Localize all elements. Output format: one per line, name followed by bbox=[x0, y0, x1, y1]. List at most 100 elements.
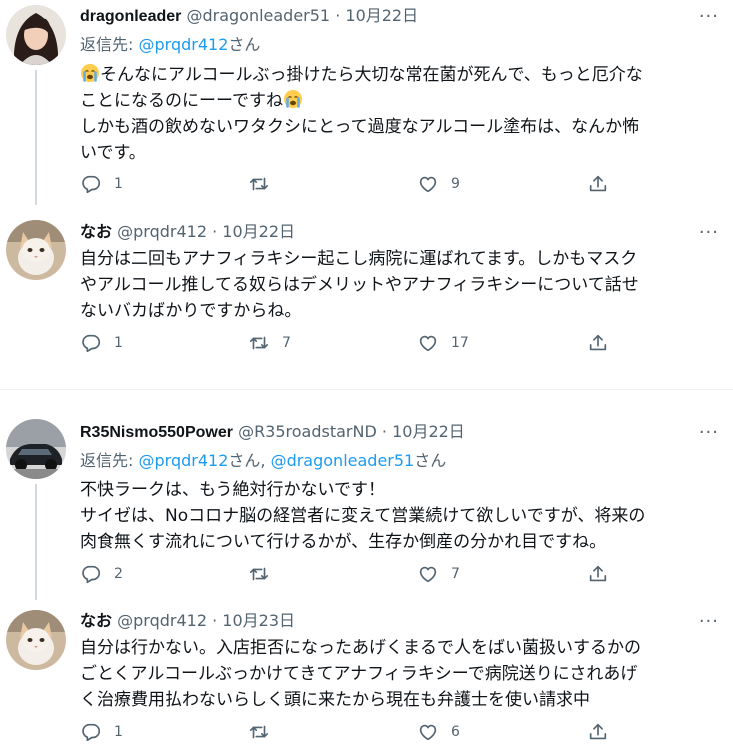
avatar[interactable] bbox=[6, 610, 66, 670]
tweet-4[interactable]: なお @prqdr412 · 10月23日 ··· 自分は行かない。入店拒否にな… bbox=[0, 600, 733, 755]
divider bbox=[0, 389, 733, 390]
share-button[interactable] bbox=[587, 721, 609, 743]
reply-icon bbox=[80, 173, 102, 195]
share-button[interactable] bbox=[587, 173, 609, 195]
action-bar: 1 9 bbox=[80, 173, 640, 197]
reply-mid: さん, bbox=[228, 451, 271, 470]
tweet-header: dragonleader @dragonleader51 · 10月22日 bbox=[80, 5, 418, 28]
tweet-text: 自分は行かない。入店拒否になったあげくまるで人をばい菌扱いするかの ごとくアルコ… bbox=[80, 635, 720, 713]
like-count: 7 bbox=[451, 566, 460, 582]
reply-prefix: 返信先: bbox=[80, 451, 139, 470]
share-icon bbox=[587, 563, 609, 585]
retweet-button[interactable]: 7 bbox=[248, 332, 291, 354]
retweet-icon bbox=[248, 563, 270, 585]
reply-suffix: さん bbox=[414, 451, 447, 470]
separator: · bbox=[335, 6, 341, 25]
text-line: ことになるのにーーですね bbox=[80, 88, 720, 114]
share-icon bbox=[587, 721, 609, 743]
timestamp[interactable]: 10月22日 bbox=[392, 422, 465, 441]
reply-count: 1 bbox=[114, 176, 123, 192]
text-line: く治療費用払わないらしく頭に来たから現在も弁護士を使い請求中 bbox=[80, 690, 590, 710]
tweet-text: そんなにアルコールぶっ掛けたら大切な常在菌が死んで、もっと厄介な ことになるのに… bbox=[80, 62, 720, 166]
crying-face-emoji bbox=[283, 89, 303, 109]
text-line: やアルコール推してる奴らはデメリットやアナフィラキシーについて話せ bbox=[80, 275, 639, 295]
reply-button[interactable]: 1 bbox=[80, 332, 123, 354]
like-button[interactable]: 9 bbox=[417, 173, 460, 195]
reply-context: 返信先: @prqdr412さん, @dragonleader51さん bbox=[80, 450, 446, 472]
retweet-button[interactable] bbox=[248, 173, 282, 195]
text-line: サイゼは、Noコロナ脳の経営者に変えて営業続けて欲しいですが、将来の bbox=[80, 506, 646, 526]
tweet-1[interactable]: dragonleader @dragonleader51 · 10月22日 ··… bbox=[0, 0, 733, 205]
text-line: ないバカばかりですからね。 bbox=[80, 301, 302, 321]
reply-count: 1 bbox=[114, 335, 123, 351]
display-name[interactable]: なお bbox=[80, 613, 112, 630]
tweet-2[interactable]: なお @prqdr412 · 10月22日 ··· 自分は二回もアナフィラキシー… bbox=[0, 205, 733, 390]
retweet-button[interactable] bbox=[248, 563, 282, 585]
separator: · bbox=[381, 422, 387, 441]
tweet-header: R35Nismo550Power @R35roadstarND · 10月22日 bbox=[80, 421, 465, 444]
tweet-text: 不快ラークは、もう絶対行かないです！ サイゼは、Noコロナ脳の経営者に変えて営業… bbox=[80, 477, 720, 555]
tweet-3[interactable]: R35Nismo550Power @R35roadstarND · 10月22日… bbox=[0, 405, 733, 600]
text-line: 自分は行かない。入店拒否になったあげくまるで人をばい菌扱いするかの bbox=[80, 638, 641, 658]
avatar[interactable] bbox=[6, 419, 66, 479]
like-button[interactable]: 6 bbox=[417, 721, 460, 743]
retweet-count: 7 bbox=[282, 335, 291, 351]
share-icon bbox=[587, 173, 609, 195]
handle[interactable]: @R35roadstarND bbox=[238, 422, 377, 441]
display-name[interactable]: R35Nismo550Power bbox=[80, 424, 233, 441]
like-button[interactable]: 7 bbox=[417, 563, 460, 585]
timestamp[interactable]: 10月23日 bbox=[222, 611, 295, 630]
reply-prefix: 返信先: bbox=[80, 35, 139, 54]
text-line: 不快ラークは、もう絶対行かないです！ bbox=[80, 480, 385, 500]
handle[interactable]: @prqdr412 bbox=[117, 611, 207, 630]
reply-button[interactable]: 2 bbox=[80, 563, 123, 585]
share-button[interactable] bbox=[587, 563, 609, 585]
text-line: いです。 bbox=[80, 143, 146, 163]
action-bar: 2 7 bbox=[80, 563, 640, 587]
reply-button[interactable]: 1 bbox=[80, 173, 123, 195]
reply-icon bbox=[80, 721, 102, 743]
reply-mention[interactable]: @dragonleader51 bbox=[271, 451, 415, 470]
separator: · bbox=[212, 611, 218, 630]
heart-icon bbox=[417, 332, 439, 354]
text-line: 自分は二回もアナフィラキシー起こし病院に運ばれてます。しかもマスク bbox=[80, 249, 638, 269]
more-icon[interactable]: ··· bbox=[699, 6, 719, 27]
share-button[interactable] bbox=[587, 332, 609, 354]
reply-mention[interactable]: @prqdr412 bbox=[138, 35, 228, 54]
handle[interactable]: @dragonleader51 bbox=[186, 6, 330, 25]
like-count: 9 bbox=[451, 176, 460, 192]
tweet-header: なお @prqdr412 · 10月22日 bbox=[80, 221, 295, 244]
text-line: しかも酒の飲めないワタクシにとって過度なアルコール塗布は、なんか怖 bbox=[80, 117, 640, 137]
reply-suffix: さん bbox=[228, 35, 261, 54]
tweet-header: なお @prqdr412 · 10月23日 bbox=[80, 610, 295, 633]
reply-icon bbox=[80, 563, 102, 585]
retweet-icon bbox=[248, 173, 270, 195]
timestamp[interactable]: 10月22日 bbox=[345, 6, 418, 25]
more-icon[interactable]: ··· bbox=[699, 422, 719, 443]
reply-count: 1 bbox=[114, 724, 123, 740]
like-count: 17 bbox=[451, 335, 469, 351]
retweet-icon bbox=[248, 721, 270, 743]
thread-line bbox=[35, 70, 37, 205]
more-icon[interactable]: ··· bbox=[699, 611, 719, 632]
separator: · bbox=[212, 222, 218, 241]
reply-button[interactable]: 1 bbox=[80, 721, 123, 743]
reply-mention[interactable]: @prqdr412 bbox=[138, 451, 228, 470]
timestamp[interactable]: 10月22日 bbox=[222, 222, 295, 241]
action-bar: 1 7 17 bbox=[80, 332, 640, 356]
tweet-text: 自分は二回もアナフィラキシー起こし病院に運ばれてます。しかもマスク やアルコール… bbox=[80, 246, 720, 324]
avatar[interactable] bbox=[6, 5, 66, 65]
text-line: そんなにアルコールぶっ掛けたら大切な常在菌が死んで、もっと厄介な bbox=[80, 62, 720, 88]
retweet-icon bbox=[248, 332, 270, 354]
retweet-button[interactable] bbox=[248, 721, 282, 743]
more-icon[interactable]: ··· bbox=[699, 222, 719, 243]
heart-icon bbox=[417, 721, 439, 743]
display-name[interactable]: dragonleader bbox=[80, 8, 181, 25]
reply-icon bbox=[80, 332, 102, 354]
avatar[interactable] bbox=[6, 220, 66, 280]
handle[interactable]: @prqdr412 bbox=[117, 222, 207, 241]
like-button[interactable]: 17 bbox=[417, 332, 469, 354]
thread-line bbox=[35, 484, 37, 600]
share-icon bbox=[587, 332, 609, 354]
display-name[interactable]: なお bbox=[80, 224, 112, 241]
